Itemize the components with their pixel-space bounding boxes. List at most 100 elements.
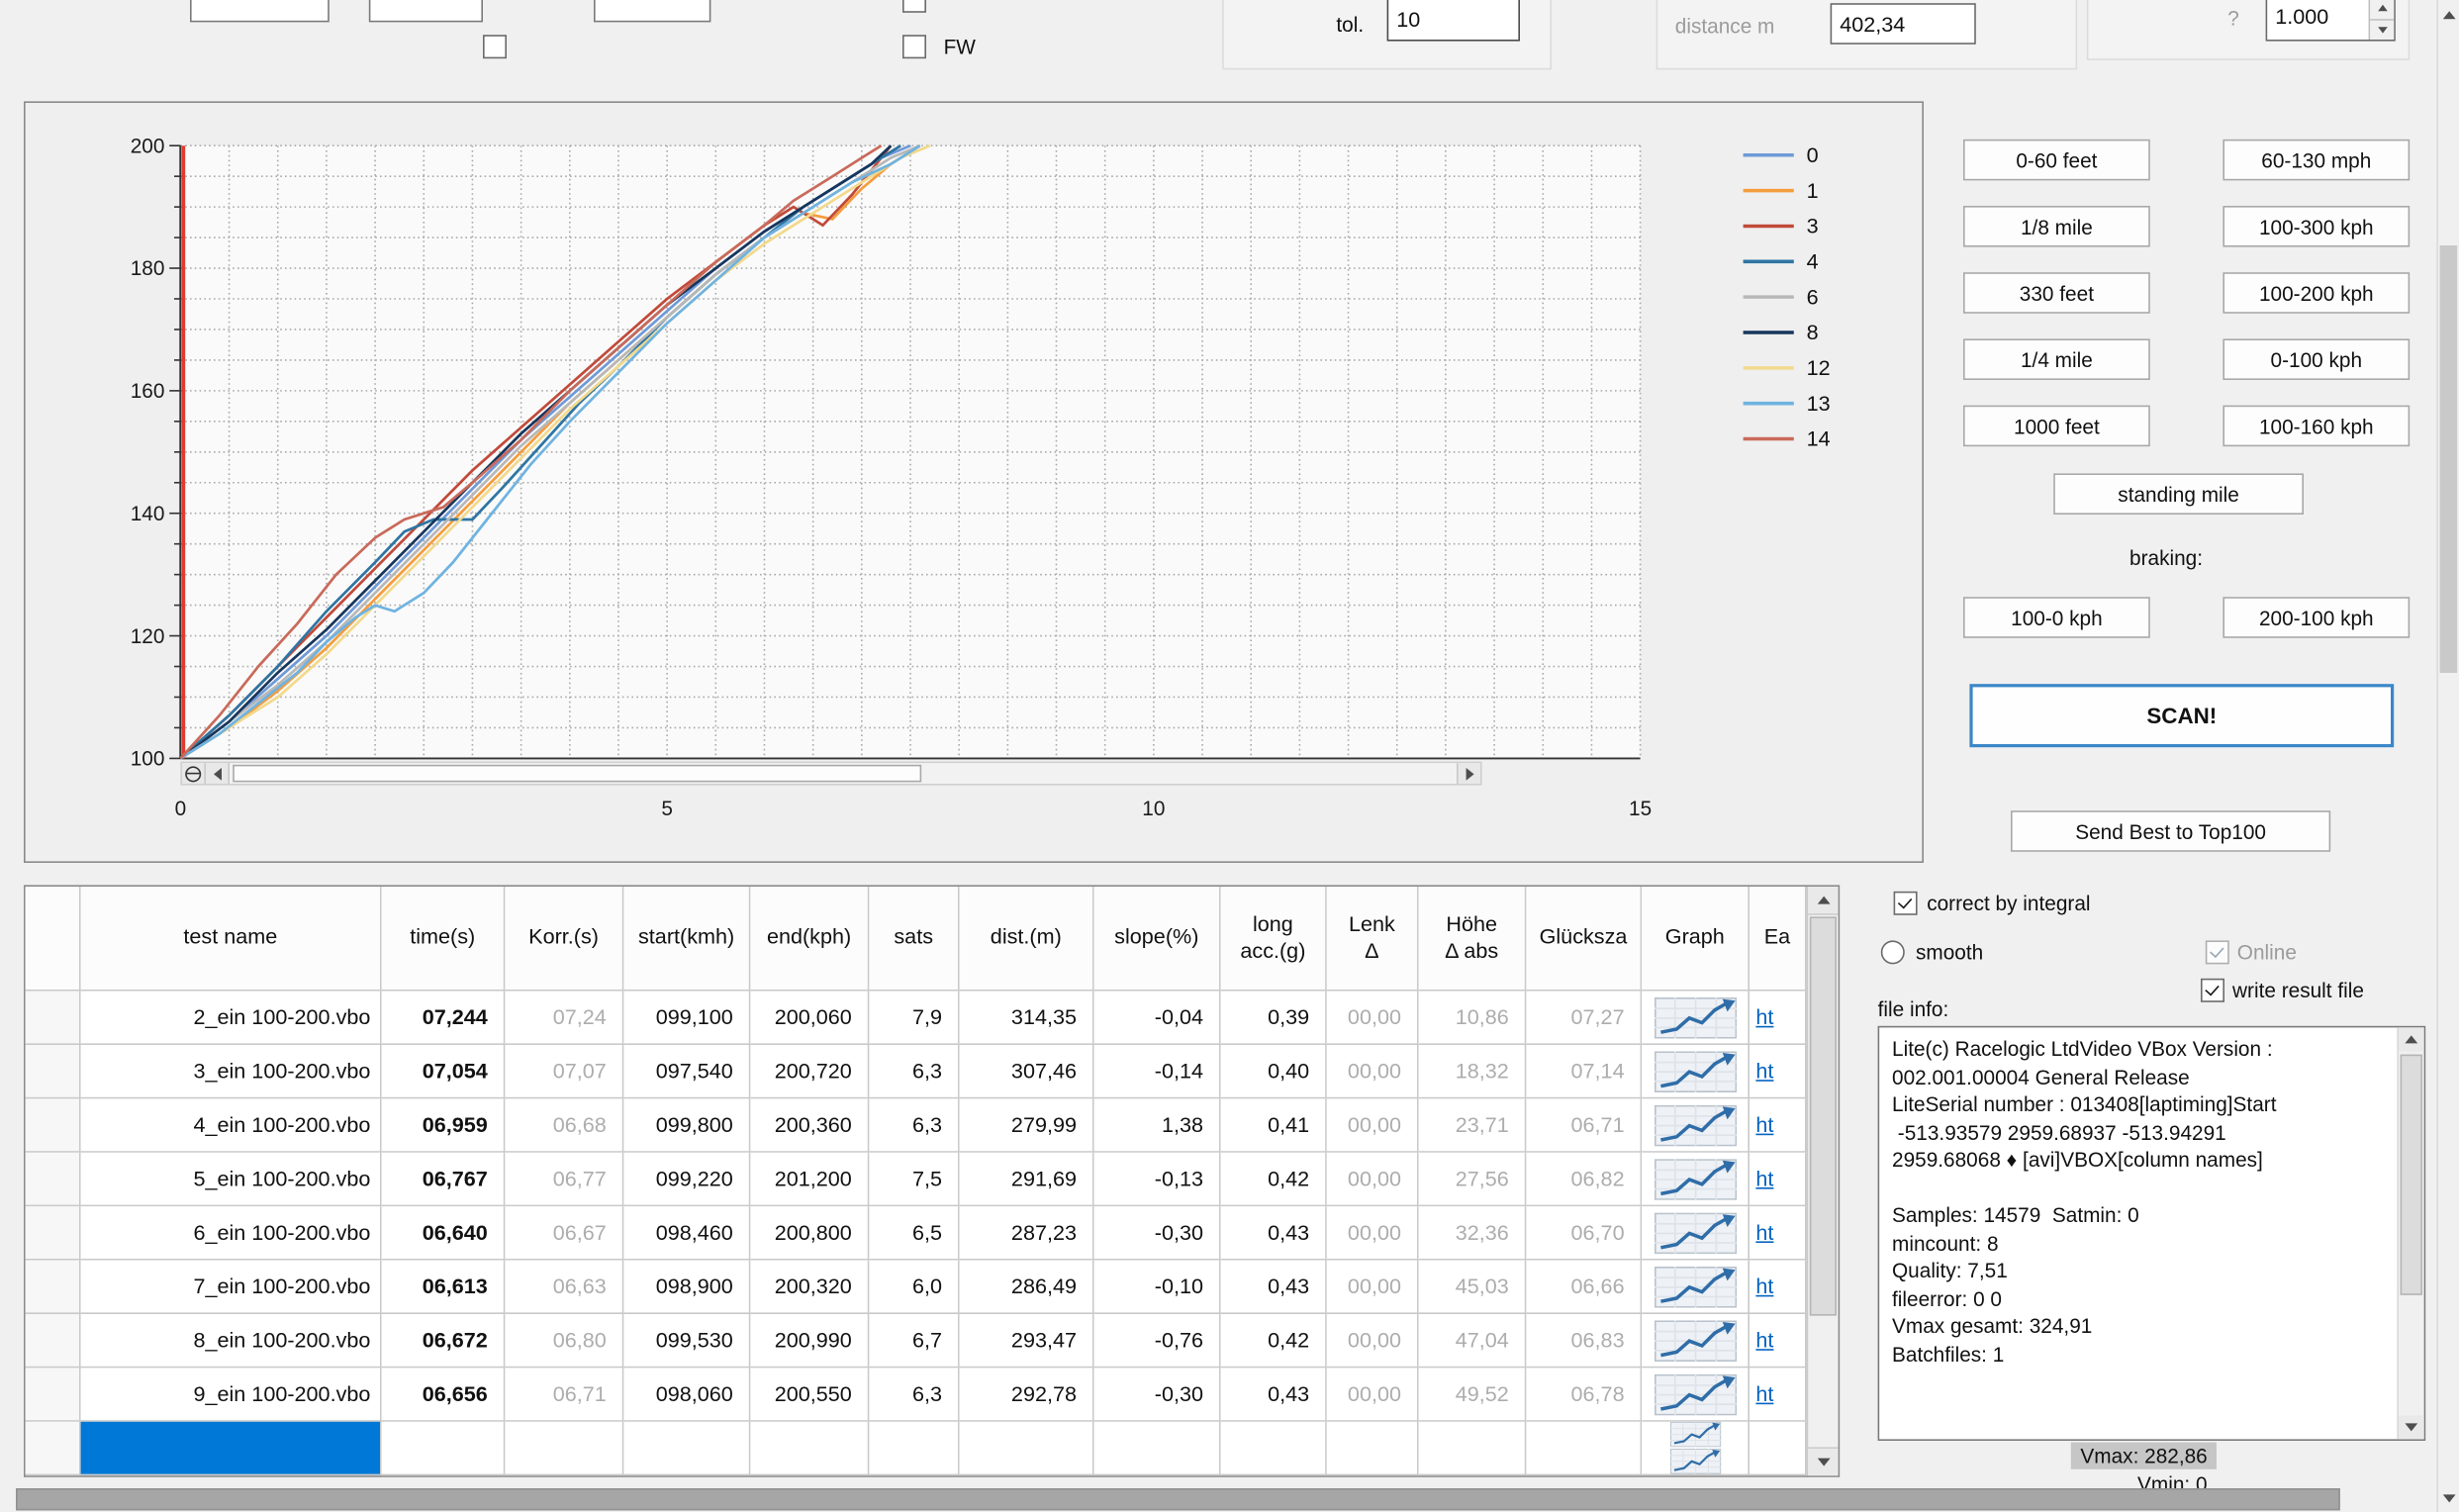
cell-acc[interactable]: 0,42 — [1221, 1314, 1327, 1368]
column-header-hohe[interactable]: Höhe Δ abs — [1419, 887, 1527, 992]
cell-time[interactable]: 07,054 — [382, 1045, 506, 1098]
empty-cell[interactable] — [1419, 1422, 1527, 1475]
http-link[interactable]: ht — [1755, 1382, 1773, 1406]
scan-button[interactable]: SCAN! — [1969, 684, 2394, 747]
http-link[interactable]: ht — [1755, 1167, 1773, 1190]
empty-cell[interactable] — [960, 1422, 1094, 1475]
window-vertical-scrollbar[interactable] — [2436, 0, 2458, 1512]
cell-name[interactable]: 7_ein 100-200.vbo — [81, 1261, 382, 1314]
cell-dist[interactable]: 292,78 — [960, 1368, 1094, 1421]
table-row[interactable]: 6_ein 100-200.vbo06,64006,67098,460200,8… — [26, 1206, 1809, 1260]
row-header-cell[interactable] — [26, 1261, 81, 1314]
cell-end[interactable]: 200,550 — [750, 1368, 869, 1421]
column-header-ea[interactable]: Ea — [1750, 887, 1807, 992]
cell-name[interactable]: 8_ein 100-200.vbo — [81, 1314, 382, 1368]
chart-zoom-reset-button[interactable] — [182, 763, 206, 784]
column-header-gluck[interactable]: Glücksza — [1526, 887, 1642, 992]
cell-start[interactable]: 099,220 — [623, 1153, 750, 1206]
graph-cell[interactable] — [1642, 1422, 1750, 1475]
table-row[interactable]: 9_ein 100-200.vbo06,65606,71098,060200,5… — [26, 1368, 1809, 1421]
table-scroll-down-button[interactable] — [1808, 1447, 1838, 1475]
column-header-lenk[interactable]: Lenk Δ — [1327, 887, 1419, 992]
chart-scrollbar-track[interactable] — [230, 763, 1457, 784]
button-1000-feet[interactable]: 1000 feet — [1963, 406, 2150, 447]
cell-gluck[interactable]: 06,66 — [1526, 1261, 1642, 1314]
correct-by-integral-checkbox[interactable] — [1894, 892, 1918, 915]
cell-hohe[interactable]: 23,71 — [1419, 1098, 1527, 1152]
cut-input-3[interactable] — [594, 0, 710, 22]
cell-lenk[interactable]: 00,00 — [1327, 1314, 1419, 1368]
cell-korr[interactable]: 06,67 — [505, 1206, 623, 1260]
graph-cell[interactable] — [1642, 1206, 1750, 1260]
cell-acc[interactable]: 0,39 — [1221, 992, 1327, 1045]
table-scrollbar[interactable] — [1807, 887, 1839, 1475]
http-link[interactable]: ht — [1755, 1221, 1773, 1245]
cell-gluck[interactable]: 06,82 — [1526, 1153, 1642, 1206]
cell-acc[interactable]: 0,43 — [1221, 1206, 1327, 1260]
window-scroll-down-button[interactable] — [2438, 1486, 2459, 1508]
empty-cell[interactable] — [1327, 1422, 1419, 1475]
cell-time[interactable]: 06,672 — [382, 1314, 506, 1368]
link-cell[interactable]: ht — [1750, 1368, 1807, 1421]
smooth-radio[interactable] — [1881, 940, 1905, 964]
cell-time[interactable]: 06,959 — [382, 1098, 506, 1152]
cell-lenk[interactable]: 00,00 — [1327, 1368, 1419, 1421]
http-link[interactable]: ht — [1755, 1005, 1773, 1029]
button-0-60-feet[interactable]: 0-60 feet — [1963, 140, 2150, 181]
button-1-4-mile[interactable]: 1/4 mile — [1963, 338, 2150, 380]
column-header-graph[interactable]: Graph — [1642, 887, 1750, 992]
window-horizontal-scrollbar[interactable] — [13, 1488, 2437, 1510]
link-cell[interactable]: ht — [1750, 1206, 1807, 1260]
cell-name[interactable]: 9_ein 100-200.vbo — [81, 1368, 382, 1421]
empty-cell[interactable] — [1094, 1422, 1221, 1475]
button-100-0-kph[interactable]: 100-0 kph — [1963, 597, 2150, 638]
cell-name[interactable]: 2_ein 100-200.vbo — [81, 992, 382, 1045]
cell-dist[interactable]: 314,35 — [960, 992, 1094, 1045]
cut-input-2[interactable] — [369, 0, 483, 22]
file-info-box[interactable]: Lite(c) Racelogic LtdVideo VBox Version … — [1878, 1026, 2426, 1441]
column-header-start[interactable]: start(kmh) — [623, 887, 750, 992]
cell-sats[interactable]: 6,3 — [869, 1368, 959, 1421]
cell-dist[interactable]: 291,69 — [960, 1153, 1094, 1206]
cell-dist[interactable]: 279,99 — [960, 1098, 1094, 1152]
empty-cell[interactable] — [750, 1422, 869, 1475]
cell-lenk[interactable]: 00,00 — [1327, 1045, 1419, 1098]
table-scroll-up-button[interactable] — [1808, 887, 1838, 915]
cell-start[interactable]: 097,540 — [623, 1045, 750, 1098]
row-header-cell[interactable] — [26, 1206, 81, 1260]
column-header-sats[interactable]: sats — [869, 887, 959, 992]
cell-end[interactable]: 200,060 — [750, 992, 869, 1045]
cell-acc[interactable]: 0,41 — [1221, 1098, 1327, 1152]
graph-cell[interactable] — [1642, 1153, 1750, 1206]
cell-end[interactable]: 200,800 — [750, 1206, 869, 1260]
cell-start[interactable]: 098,060 — [623, 1368, 750, 1421]
cell-acc[interactable]: 0,43 — [1221, 1261, 1327, 1314]
cell-lenk[interactable]: 00,00 — [1327, 1153, 1419, 1206]
cell-dist[interactable]: 293,47 — [960, 1314, 1094, 1368]
cell-name[interactable]: 3_ein 100-200.vbo — [81, 1045, 382, 1098]
row-header-cell[interactable] — [26, 1368, 81, 1421]
table-scrollbar-thumb[interactable] — [1810, 916, 1837, 1315]
cell-dist[interactable]: 286,49 — [960, 1261, 1094, 1314]
empty-cell[interactable] — [1221, 1422, 1327, 1475]
row-header-cell[interactable] — [26, 1098, 81, 1152]
cell-gluck[interactable]: 07,27 — [1526, 992, 1642, 1045]
table-row[interactable]: 4_ein 100-200.vbo06,95906,68099,800200,3… — [26, 1098, 1809, 1152]
cell-end[interactable]: 200,320 — [750, 1261, 869, 1314]
cell-lenk[interactable]: 00,00 — [1327, 1261, 1419, 1314]
column-header-time[interactable]: time(s) — [382, 887, 506, 992]
cell-end[interactable]: 200,720 — [750, 1045, 869, 1098]
file-info-scroll-up-button[interactable] — [2399, 1027, 2424, 1051]
file-info-scroll-down-button[interactable] — [2399, 1415, 2424, 1439]
cell-time[interactable]: 06,613 — [382, 1261, 506, 1314]
cell-korr[interactable]: 06,71 — [505, 1368, 623, 1421]
window-scroll-up-button[interactable] — [2438, 3, 2459, 25]
cell-time[interactable]: 06,640 — [382, 1206, 506, 1260]
cell-start[interactable]: 099,530 — [623, 1314, 750, 1368]
cell-hohe[interactable]: 47,04 — [1419, 1314, 1527, 1368]
table-row[interactable]: 2_ein 100-200.vbo07,24407,24099,100200,0… — [26, 992, 1809, 1045]
window-vscrollbar-thumb[interactable] — [2440, 245, 2458, 673]
cell-acc[interactable]: 0,42 — [1221, 1153, 1327, 1206]
link-cell[interactable]: ht — [1750, 992, 1807, 1045]
cell-korr[interactable]: 06,80 — [505, 1314, 623, 1368]
